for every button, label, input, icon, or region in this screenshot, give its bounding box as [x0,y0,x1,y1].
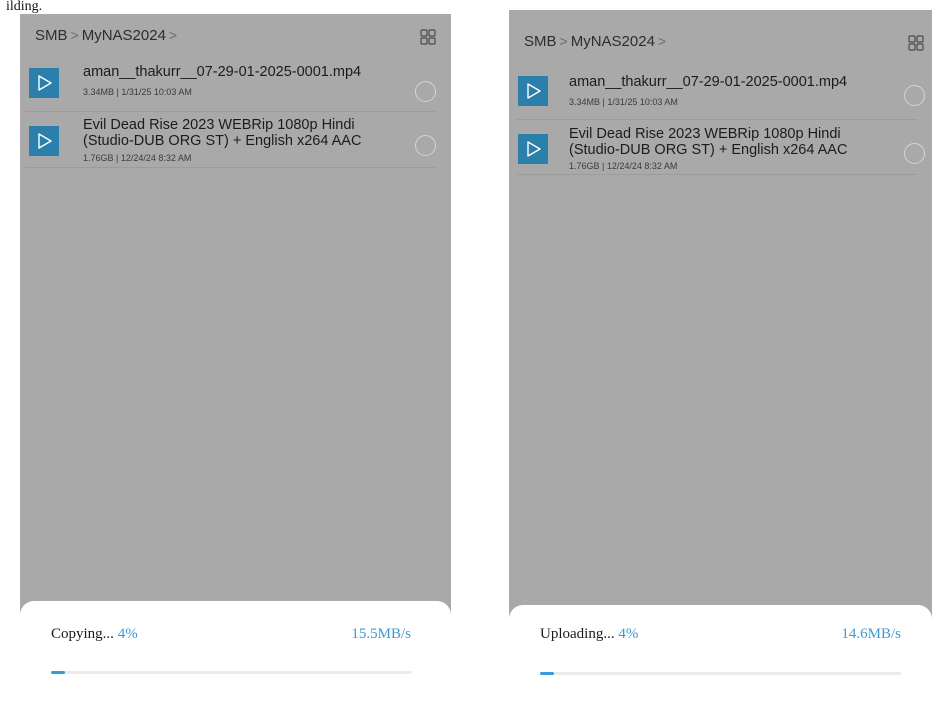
file-name: Evil Dead Rise 2023 WEBRip 1080p Hindi (… [83,117,400,149]
progress-bar-fill [540,672,555,675]
file-list: aman__thakurr__07-29-01-2025-0001.mp4 3.… [25,58,436,168]
file-name-line: (Studio-DUB ORG ST) + English x264 AAC [83,133,362,149]
list-item[interactable]: aman__thakurr__07-29-01-2025-0001.mp4 3.… [516,68,925,120]
play-icon [38,133,52,149]
file-name: aman__thakurr__07-29-01-2025-0001.mp4 [569,74,848,90]
progress-label: Uploading... 4% [540,626,638,643]
select-circle-icon[interactable] [415,81,436,102]
list-item[interactable]: aman__thakurr__07-29-01-2025-0001.mp4 3.… [25,58,436,112]
file-name-line: Evil Dead Rise 2023 WEBRip 1080p Hindi [569,126,841,142]
play-icon [527,83,541,99]
breadcrumb-folder[interactable]: MyNAS2024 [571,33,655,50]
breadcrumb: SMB > MyNAS2024 > [35,27,180,44]
transfer-speed: 15.5MB/s [351,626,411,642]
uploading-screen: SMB > MyNAS2024 > aman__thakurr__07-29-01-2… [509,10,932,712]
progress-bar-fill [51,671,66,674]
grid-view-icon[interactable] [908,35,924,51]
video-thumbnail [29,126,59,156]
file-name-line: (Studio-DUB ORG ST) + English x264 AAC [569,142,848,158]
progress-dialog: Copying... 4% 15.5MB/s [20,601,451,709]
breadcrumb-separator: > [559,33,568,49]
caption-text: ilding. [6,0,43,14]
file-name-line: Evil Dead Rise 2023 WEBRip 1080p Hindi [83,117,355,133]
file-name: Evil Dead Rise 2023 WEBRip 1080p Hindi (… [569,126,881,158]
progress-status: Copying... [51,626,118,642]
top-bar: SMB > MyNAS2024 > [509,20,932,64]
progress-dialog: Uploading... 4% 14.6MB/s [509,605,932,712]
breadcrumb-separator: > [168,27,178,43]
file-meta: 1.76GB | 12/24/24 8:32 AM [83,153,192,163]
list-item[interactable]: Evil Dead Rise 2023 WEBRip 1080p Hindi (… [516,120,925,175]
video-thumbnail [29,68,59,98]
transfer-speed: 14.6MB/s [841,626,901,642]
progress-bar [540,672,901,675]
file-meta: 1.76GB | 12/24/24 8:32 AM [569,161,678,171]
copying-screen: SMB > MyNAS2024 > aman__thakurr__07-29-01-2… [20,14,451,709]
progress-label: Copying... 4% [51,626,138,643]
play-icon [527,141,541,157]
breadcrumb-folder[interactable]: MyNAS2024 [82,27,166,44]
select-circle-icon[interactable] [904,85,925,106]
video-thumbnail [518,76,548,106]
breadcrumb-separator: > [70,27,79,43]
select-circle-icon[interactable] [415,135,436,156]
top-bar: SMB > MyNAS2024 > [20,14,451,58]
progress-percent: 4% [117,626,138,642]
file-name: aman__thakurr__07-29-01-2025-0001.mp4 [83,64,362,80]
grid-view-icon[interactable] [420,29,436,45]
list-item[interactable]: Evil Dead Rise 2023 WEBRip 1080p Hindi (… [25,112,436,168]
breadcrumb-root[interactable]: SMB [35,27,68,44]
file-list: aman__thakurr__07-29-01-2025-0001.mp4 3.… [516,68,925,175]
progress-status: Uploading... [540,626,619,642]
file-meta: 3.34MB | 1/31/25 10:03 AM [569,97,678,107]
breadcrumb: SMB > MyNAS2024 > [524,33,669,50]
progress-bar [51,671,412,674]
progress-percent: 4% [618,626,639,642]
file-meta: 3.34MB | 1/31/25 10:03 AM [83,87,192,97]
video-thumbnail [518,134,548,164]
breadcrumb-root[interactable]: SMB [524,33,557,50]
select-circle-icon[interactable] [904,143,925,164]
play-icon [38,75,52,91]
breadcrumb-separator: > [657,33,667,49]
